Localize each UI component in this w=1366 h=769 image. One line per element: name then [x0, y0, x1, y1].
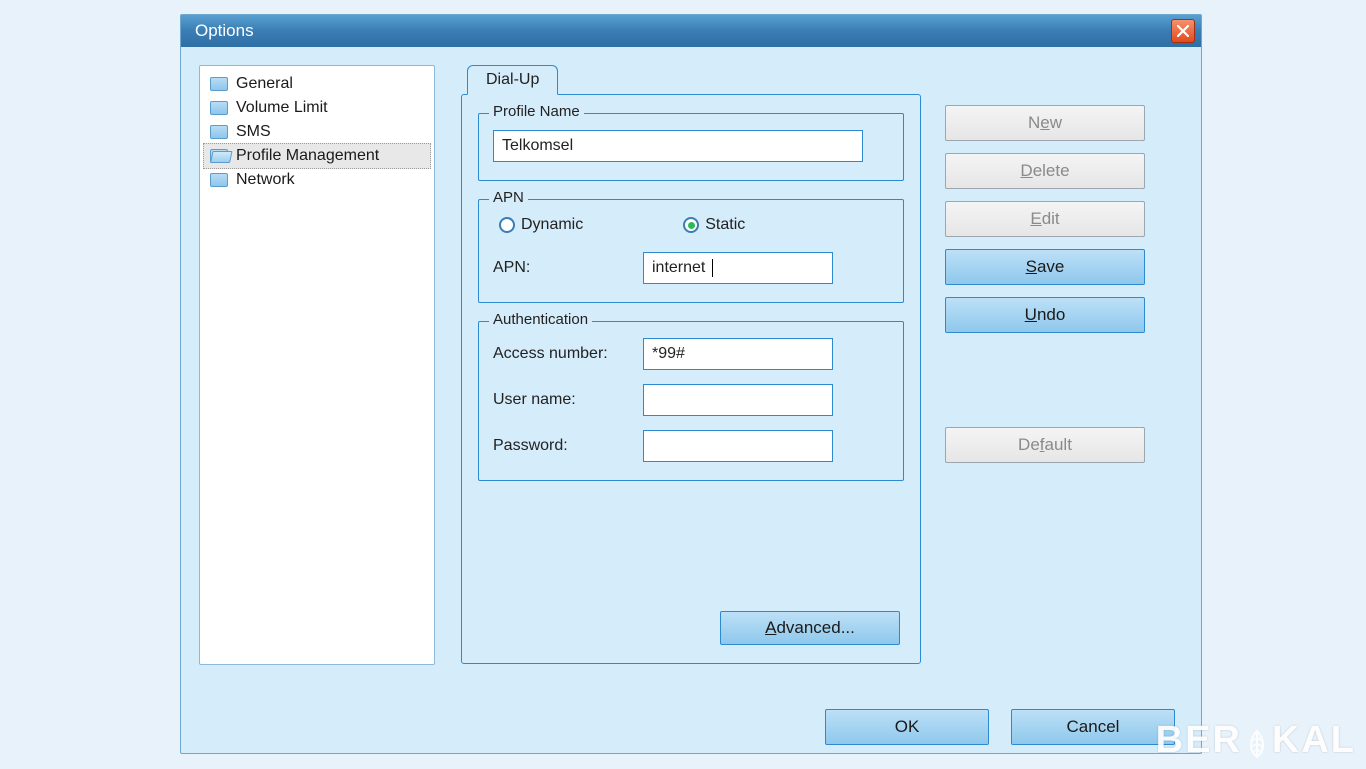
default-button[interactable]: Default	[945, 427, 1145, 463]
options-dialog: Options General Volume Limit SMS Profile…	[180, 14, 1202, 754]
watermark: BER KAL	[1156, 719, 1356, 762]
folder-icon	[210, 125, 228, 139]
dialog-bottom-bar: OK Cancel	[825, 709, 1175, 745]
nav-item-label: General	[236, 75, 293, 93]
dialog-client: General Volume Limit SMS Profile Managem…	[181, 47, 1201, 753]
ok-button[interactable]: OK	[825, 709, 989, 745]
edit-button[interactable]: Edit	[945, 201, 1145, 237]
nav-item-volume-limit[interactable]: Volume Limit	[204, 96, 430, 120]
legend-apn: APN	[489, 189, 528, 206]
nav-item-general[interactable]: General	[204, 72, 430, 96]
undo-button[interactable]: Undo	[945, 297, 1145, 333]
apn-label: APN:	[493, 259, 643, 277]
radio-checked-icon	[683, 217, 699, 233]
nav-item-profile-management[interactable]: Profile Management	[203, 143, 431, 169]
close-icon	[1177, 25, 1189, 37]
user-name-input[interactable]	[643, 384, 833, 416]
cancel-button[interactable]: Cancel	[1011, 709, 1175, 745]
tab-dial-up[interactable]: Dial-Up	[467, 65, 558, 95]
group-authentication: Authentication Access number: User name:…	[478, 321, 904, 481]
tab-body: Profile Name APN Dynamic Sta	[461, 94, 921, 664]
folder-icon	[210, 173, 228, 187]
group-profile-name: Profile Name	[478, 113, 904, 181]
tab-container: Dial-Up Profile Name APN Dynamic	[461, 65, 921, 753]
folder-open-icon	[210, 149, 228, 163]
nav-item-network[interactable]: Network	[204, 168, 430, 192]
profile-name-input[interactable]	[493, 130, 863, 162]
new-button[interactable]: New	[945, 105, 1145, 141]
nav-panel: General Volume Limit SMS Profile Managem…	[199, 65, 435, 665]
access-number-label: Access number:	[493, 345, 643, 363]
radio-static[interactable]: Static	[683, 216, 745, 234]
legend-authentication: Authentication	[489, 311, 592, 328]
close-button[interactable]	[1171, 19, 1195, 43]
legend-profile-name: Profile Name	[489, 103, 584, 120]
radio-label: Dynamic	[521, 216, 583, 234]
nav-item-sms[interactable]: SMS	[204, 120, 430, 144]
titlebar: Options	[181, 15, 1201, 47]
apn-radio-row: Dynamic Static	[493, 216, 889, 234]
radio-label: Static	[705, 216, 745, 234]
main-area: Dial-Up Profile Name APN Dynamic	[435, 65, 1183, 753]
user-name-label: User name:	[493, 391, 643, 409]
access-number-input[interactable]	[643, 338, 833, 370]
delete-button[interactable]: Delete	[945, 153, 1145, 189]
side-button-column: New Delete Edit Save Undo Default	[945, 65, 1145, 753]
folder-icon	[210, 77, 228, 91]
password-label: Password:	[493, 437, 643, 455]
nav-item-label: SMS	[236, 123, 271, 141]
window-title: Options	[195, 21, 254, 41]
radio-icon	[499, 217, 515, 233]
radio-dynamic[interactable]: Dynamic	[499, 216, 583, 234]
nav-item-label: Network	[236, 171, 295, 189]
password-input[interactable]	[643, 430, 833, 462]
save-button[interactable]: Save	[945, 249, 1145, 285]
leaf-icon	[1244, 726, 1270, 756]
nav-item-label: Volume Limit	[236, 99, 328, 117]
nav-item-label: Profile Management	[236, 147, 379, 165]
tab-label: Dial-Up	[486, 71, 539, 89]
folder-icon	[210, 101, 228, 115]
group-apn: APN Dynamic Static AP	[478, 199, 904, 303]
apn-input[interactable]	[643, 252, 833, 284]
advanced-button[interactable]: Advanced...	[720, 611, 900, 645]
